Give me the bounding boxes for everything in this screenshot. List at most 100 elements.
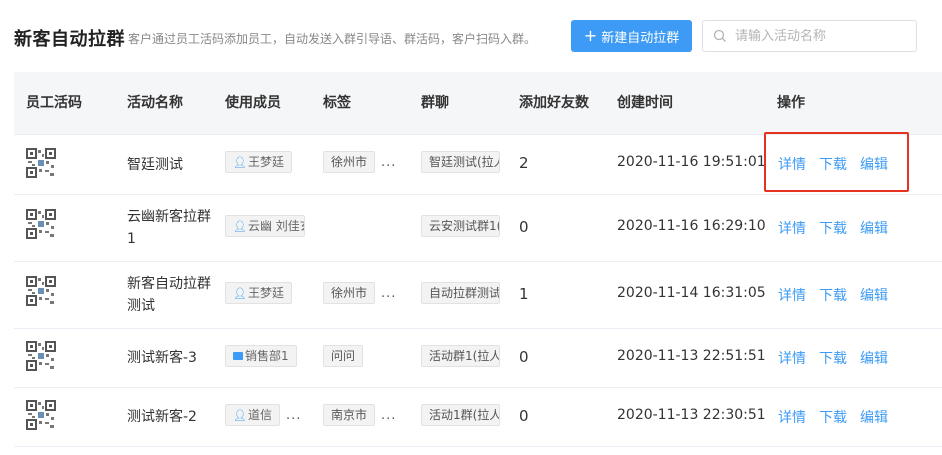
- column-header-qr: 员工活码: [26, 95, 82, 111]
- member-cell: 👤︎王梦廷: [225, 151, 292, 173]
- tag-more: ...: [381, 407, 397, 423]
- detail-link[interactable]: 详情: [778, 351, 806, 367]
- column-header-friends: 添加好友数: [519, 95, 589, 111]
- person-icon: 👤︎: [233, 409, 247, 422]
- action-cell: 详情 下载 编辑: [778, 285, 901, 305]
- member-tag: 👤︎道信: [225, 404, 280, 426]
- tag-label: 徐州市: [323, 282, 376, 304]
- table-header: 员工活码 活动名称 使用成员 标签 群聊 添加好友数 创建时间 操作: [14, 72, 942, 135]
- column-header-group: 群聊: [421, 95, 449, 111]
- group-cell: 自动拉群测试: [421, 282, 500, 304]
- member-name: 王梦廷: [247, 286, 284, 300]
- campaign-name: 测试新客-2: [127, 409, 197, 425]
- group-tag: 云安测试群1(: [421, 215, 500, 237]
- detail-link[interactable]: 详情: [778, 288, 806, 304]
- detail-link[interactable]: 详情: [778, 221, 806, 237]
- created-time: 2020-11-16 19:51:01: [617, 154, 766, 170]
- tag-cell: 徐州市...: [323, 282, 396, 304]
- member-tag: 销售部1: [225, 345, 297, 367]
- tag-cell: 问问: [323, 345, 364, 367]
- friend-count: 0: [519, 348, 529, 366]
- group-cell: 智廷测试(拉人: [421, 151, 500, 173]
- action-cell: 详情 下载 编辑: [778, 218, 901, 238]
- page-header: 新客自动拉群 客户通过员工活码添加员工，自动发送入群引导语、群活码，客户扫码入群…: [0, 0, 942, 72]
- campaign-name: 云幽新客拉群1: [127, 209, 211, 247]
- download-link[interactable]: 下载: [819, 157, 847, 173]
- member-name: 王梦廷: [247, 155, 284, 169]
- member-tag: 👤︎王梦廷: [225, 151, 292, 173]
- column-header-actions: 操作: [777, 95, 805, 111]
- tag-label: 问问: [323, 345, 364, 367]
- folder-icon: [233, 352, 243, 360]
- download-link[interactable]: 下载: [819, 351, 847, 367]
- download-link[interactable]: 下载: [819, 288, 847, 304]
- member-tag: 👤︎云幽 刘佳玄: [225, 215, 305, 237]
- qr-code-icon[interactable]: [26, 400, 56, 430]
- tag-more: ...: [381, 154, 397, 170]
- table-row: 测试新客-3 销售部1 问问 活动群1(拉人 0 2020-11-13 22:5…: [14, 329, 942, 388]
- plus-icon: +: [583, 26, 598, 45]
- qr-code-icon[interactable]: [26, 209, 56, 239]
- friend-count: 0: [519, 218, 529, 236]
- qr-code-icon[interactable]: [26, 148, 56, 178]
- edit-link[interactable]: 编辑: [860, 288, 888, 304]
- created-time: 2020-11-14 16:31:05: [617, 285, 766, 301]
- group-tag: 智廷测试(拉人: [421, 151, 500, 173]
- detail-link[interactable]: 详情: [778, 157, 806, 173]
- campaign-name: 测试新客-3: [127, 350, 197, 366]
- edit-link[interactable]: 编辑: [860, 410, 888, 426]
- action-cell: 详情 下载 编辑: [778, 407, 901, 427]
- search-input[interactable]: [735, 28, 905, 44]
- group-cell: 云安测试群1(: [421, 215, 500, 237]
- edit-link[interactable]: 编辑: [860, 351, 888, 367]
- campaign-name: 新客自动拉群测试: [127, 276, 211, 314]
- friend-count: 1: [519, 285, 529, 303]
- member-more: ...: [285, 407, 302, 423]
- table-row: 智廷测试 👤︎王梦廷 徐州市... 智廷测试(拉人 2 2020-11-16 1…: [14, 135, 942, 195]
- member-cell: 👤︎王梦廷: [225, 282, 292, 304]
- group-tag: 自动拉群测试: [421, 282, 500, 304]
- table-row: 测试新客-2 👤︎道信... 南京市... 活动1群(拉人 0 2020-11-…: [14, 388, 942, 447]
- column-header-tags: 标签: [323, 95, 351, 111]
- created-time: 2020-11-13 22:30:51: [617, 407, 766, 423]
- tag-more: ...: [381, 285, 397, 301]
- friend-count: 0: [519, 407, 529, 425]
- group-cell: 活动群1(拉人: [421, 345, 500, 367]
- download-link[interactable]: 下载: [819, 410, 847, 426]
- search-icon: [713, 29, 726, 42]
- friend-count: 2: [519, 154, 529, 172]
- person-icon: 👤︎: [233, 287, 247, 300]
- tag-label: 徐州市: [323, 151, 376, 173]
- campaign-table: 员工活码 活动名称 使用成员 标签 群聊 添加好友数 创建时间 操作 智廷测试 …: [14, 72, 942, 447]
- action-cell: 详情 下载 编辑: [778, 154, 901, 174]
- detail-link[interactable]: 详情: [778, 410, 806, 426]
- edit-link[interactable]: 编辑: [860, 157, 888, 173]
- new-auto-group-button[interactable]: + 新建自动拉群: [571, 20, 692, 52]
- member-cell: 👤︎云幽 刘佳玄: [225, 215, 305, 237]
- edit-link[interactable]: 编辑: [860, 221, 888, 237]
- member-name: 云幽 刘佳玄: [247, 219, 304, 233]
- group-tag: 活动1群(拉人: [421, 404, 500, 426]
- qr-code-icon[interactable]: [26, 341, 56, 371]
- column-header-members: 使用成员: [225, 95, 281, 111]
- member-cell: 销售部1: [225, 345, 297, 367]
- created-time: 2020-11-13 22:51:51: [617, 348, 766, 364]
- search-box[interactable]: [702, 20, 917, 52]
- download-link[interactable]: 下载: [819, 221, 847, 237]
- table-row: 云幽新客拉群1 👤︎云幽 刘佳玄 云安测试群1( 0 2020-11-16 16…: [14, 195, 942, 262]
- created-time: 2020-11-16 16:29:10: [617, 218, 766, 234]
- person-icon: 👤︎: [233, 156, 247, 169]
- page-description: 客户通过员工活码添加员工，自动发送入群引导语、群活码，客户扫码入群。: [128, 32, 537, 46]
- campaign-name: 智廷测试: [127, 157, 183, 173]
- member-name: 道信: [247, 408, 272, 422]
- tag-label: 南京市: [323, 404, 376, 426]
- page-title: 新客自动拉群: [14, 29, 125, 50]
- department-name: 销售部1: [245, 349, 289, 363]
- group-tag: 活动群1(拉人: [421, 345, 500, 367]
- member-cell: 👤︎道信...: [225, 404, 301, 426]
- tag-cell: 徐州市...: [323, 151, 396, 173]
- new-auto-group-label: 新建自动拉群: [601, 30, 680, 46]
- qr-code-icon[interactable]: [26, 276, 56, 306]
- member-tag: 👤︎王梦廷: [225, 282, 292, 304]
- column-header-created: 创建时间: [617, 95, 673, 111]
